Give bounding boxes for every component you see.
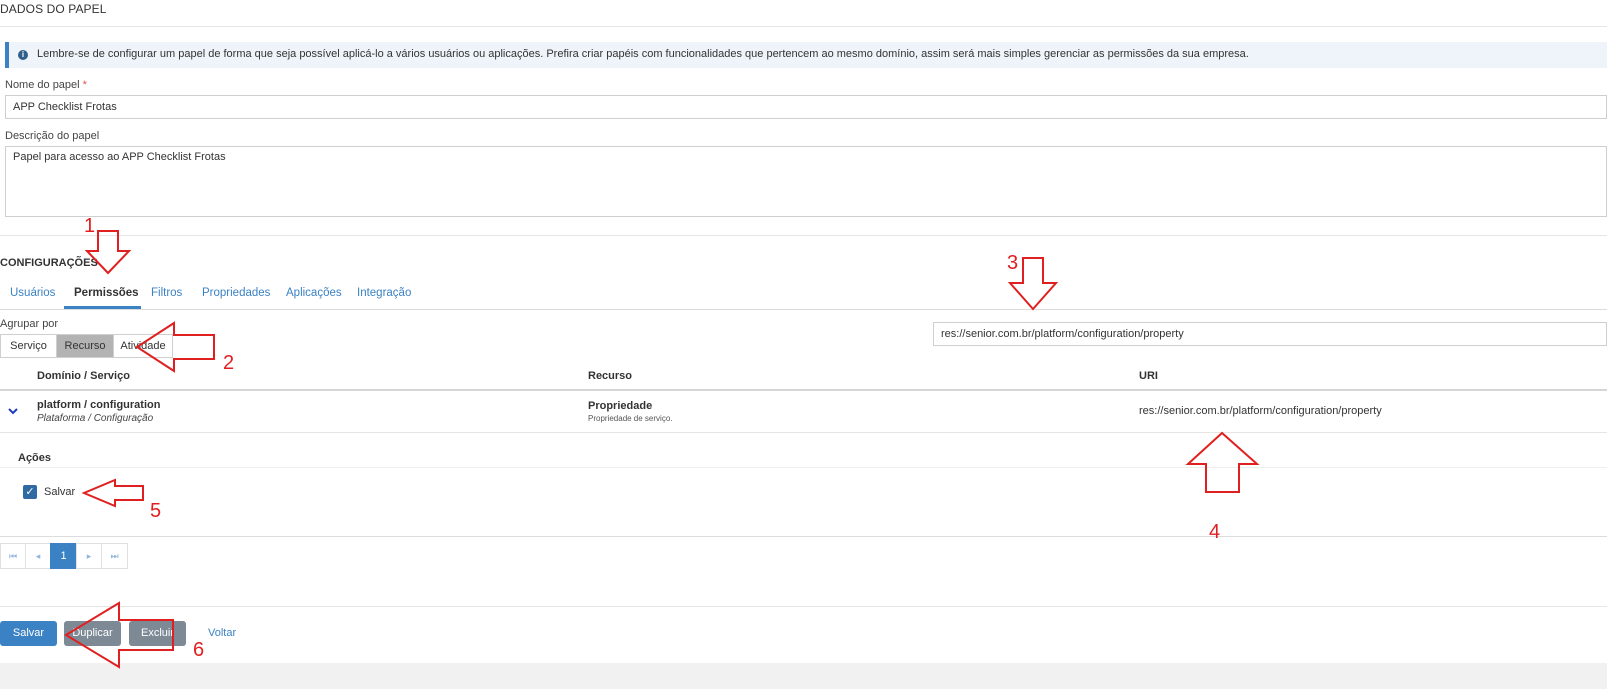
info-banner-text: Lembre-se de configurar um papel de form… (37, 48, 1249, 60)
required-mark: * (82, 79, 87, 91)
group-by-label: Agrupar por (0, 318, 59, 330)
info-banner: i Lembre-se de configurar um papel de fo… (5, 42, 1607, 68)
tabs-divider (0, 309, 1607, 310)
actions-divider (0, 467, 1607, 468)
tab-aplicacoes[interactable]: Aplicações (286, 287, 342, 299)
row-domain: platform / configuration (37, 399, 161, 411)
configurations-title: CONFIGURAÇÕES (0, 257, 98, 269)
info-icon: i (18, 50, 28, 60)
salvar-checkbox[interactable]: ✓ (23, 485, 37, 499)
last-page-icon[interactable]: ⏭ (101, 543, 128, 569)
section-divider (0, 235, 1607, 236)
back-link[interactable]: Voltar (208, 627, 236, 639)
row-resource: Propriedade (588, 400, 653, 412)
role-name-label: Nome do papel * (5, 79, 87, 91)
tab-integracao[interactable]: Integração (357, 287, 411, 299)
footer-divider (0, 606, 1607, 607)
row-resource-sub: Propriedade de serviço. (588, 414, 673, 423)
actions-bottom-divider (0, 536, 1607, 537)
duplicate-button[interactable]: Duplicar (64, 621, 121, 646)
row-domain-sub: Plataforma / Configuração (37, 413, 154, 424)
tab-filtros[interactable]: Filtros (151, 287, 182, 299)
table-header-divider (0, 389, 1607, 391)
annotation-number-4: 4 (1209, 521, 1221, 543)
bottom-bar (0, 663, 1607, 689)
save-button[interactable]: Salvar (0, 621, 57, 646)
group-by-activity-button[interactable]: Atividade (113, 334, 173, 358)
row-uri: res://senior.com.br/platform/configurati… (1139, 405, 1382, 417)
next-page-icon[interactable]: ▸ (76, 543, 102, 569)
uri-filter-input[interactable] (933, 322, 1607, 346)
annotation-number-1: 1 (84, 215, 96, 237)
tab-permissoes[interactable]: Permissões (74, 287, 139, 299)
annotation-number-6: 6 (193, 639, 205, 661)
annotation-number-2: 2 (223, 352, 235, 374)
role-name-label-text: Nome do papel (5, 79, 80, 91)
chevron-down-icon[interactable] (7, 405, 19, 417)
tab-usuarios[interactable]: Usuários (10, 287, 55, 299)
column-header-domain[interactable]: Domínio / Serviço (37, 370, 130, 382)
column-header-uri[interactable]: URI (1139, 370, 1158, 382)
annotation-number-3: 3 (1007, 252, 1019, 274)
role-name-input[interactable] (5, 95, 1607, 119)
page-1-button[interactable]: 1 (50, 543, 77, 569)
role-description-textarea[interactable]: Papel para acesso ao APP Checklist Frota… (5, 146, 1607, 217)
annotation-number-5: 5 (150, 500, 162, 522)
actions-label: Ações (18, 452, 52, 464)
page-title: DADOS DO PAPEL (0, 2, 107, 16)
header-divider (0, 26, 1607, 27)
column-header-resource[interactable]: Recurso (588, 370, 632, 382)
annotation-arrow-4 (1185, 431, 1260, 493)
group-by-resource-button[interactable]: Recurso (56, 334, 114, 358)
annotation-arrow-5 (81, 478, 144, 508)
prev-page-icon[interactable]: ◂ (25, 543, 51, 569)
first-page-icon[interactable]: ⏮ (0, 543, 26, 569)
row-divider (0, 432, 1607, 433)
group-by-service-button[interactable]: Serviço (0, 334, 57, 358)
tab-propriedades[interactable]: Propriedades (202, 287, 270, 299)
delete-button[interactable]: Excluir (129, 621, 186, 646)
salvar-checkbox-label: Salvar (44, 486, 76, 498)
role-description-label: Descrição do papel (5, 130, 100, 142)
